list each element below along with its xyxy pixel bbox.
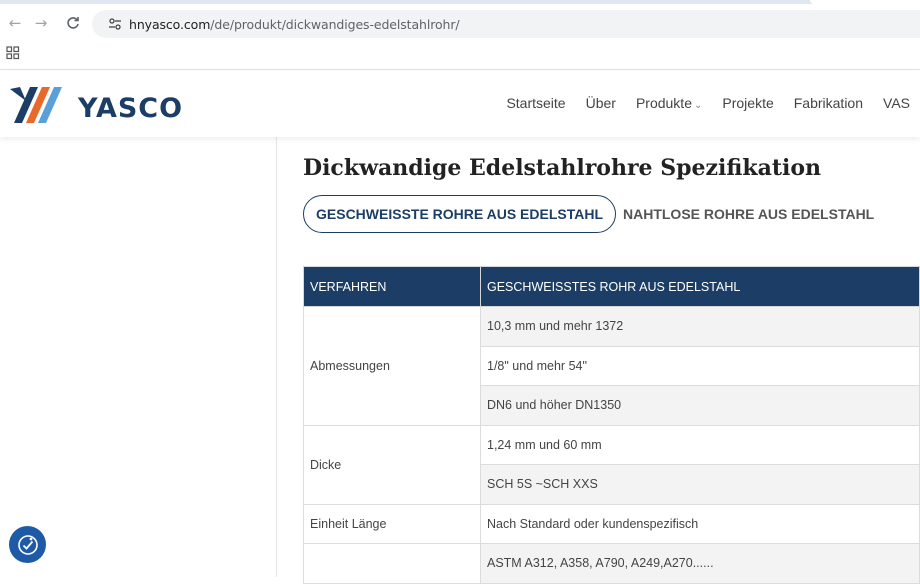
table-cell: 1,24 mm und 60 mm [480,424,920,465]
site-header: YASCO Startseite Über Produkte ⌄ Projekte… [0,71,920,137]
arrow-right-icon: → [34,14,48,32]
row-label: Abmessungen [303,306,481,426]
table-cell: 1/8" und mehr 54" [480,345,920,386]
tab-nahtlose-rohre[interactable]: NAHTLOSE ROHRE AUS EDELSTAHL [623,195,874,233]
nav-vas[interactable]: VAS [873,95,920,111]
table-row: Einheit Länge Nach Standard oder kundens… [303,503,920,544]
nav-projekte[interactable]: Projekte [712,95,783,111]
browser-chrome: ← → hnyasco.com/de/produkt/dickwandiges-… [0,0,920,70]
url-domain: hnyasco.com [129,17,211,32]
table-cell: Nach Standard oder kundenspezifisch [480,503,920,544]
nav-produkte[interactable]: Produkte ⌄ [626,95,712,111]
page-title: Dickwandige Edelstahlrohre Spezifikation [303,155,822,181]
accessibility-icon [17,534,38,555]
address-bar[interactable]: hnyasco.com/de/produkt/dickwandiges-edel… [92,10,920,38]
yasco-logo[interactable]: YASCO [8,79,182,129]
main-navigation: Startseite Über Produkte ⌄ Projekte Fabri… [496,95,920,111]
row-label [303,543,481,584]
chevron-down-icon: ⌄ [694,100,703,111]
site-settings-icon[interactable] [108,17,122,31]
table-cell: ASTM A312, A358, A790, A249,A270...... [480,543,920,584]
browser-toolbar: ← → hnyasco.com/de/produkt/dickwandiges-… [0,8,920,38]
url-path: /de/produkt/dickwandiges-edelstahlrohr/ [210,17,460,32]
row-label: Dicke [303,424,481,505]
row-label: Einheit Länge [303,503,481,544]
nav-startseite[interactable]: Startseite [496,95,575,111]
column-header: GESCHWEISSTES ROHR AUS EDELSTAHL [480,266,920,307]
reload-button[interactable] [62,12,84,34]
spec-table: VERFAHREN GESCHWEISSTES ROHR AUS EDELSTA… [303,266,920,584]
table-row: ASTM A312, A358, A790, A249,A270...... [303,543,920,584]
table-header-row: VERFAHREN GESCHWEISSTES ROHR AUS EDELSTA… [303,266,920,307]
table-row: Abmessungen 10,3 mm und mehr 1372 [303,306,920,426]
forward-button[interactable]: → [30,12,52,34]
tab-strip [0,0,920,4]
left-sidebar [0,137,277,577]
arrow-left-icon: ← [8,14,22,32]
url-text: hnyasco.com/de/produkt/dickwandiges-edel… [129,17,460,32]
table-row: Dicke 1,24 mm und 60 mm [303,424,920,505]
reload-icon [67,17,79,29]
logo-mark-icon [10,87,62,123]
nav-produkte-label: Produkte [635,95,692,111]
nav-fabrikation[interactable]: Fabrikation [784,95,873,111]
accessibility-button[interactable] [9,526,46,563]
apps-grid-icon[interactable] [6,46,20,60]
table-cell: DN6 und höher DN1350 [480,385,920,426]
logo-text: YASCO [78,93,184,124]
back-button[interactable]: ← [4,12,26,34]
table-cell: SCH 5S ~SCH XXS [480,464,920,505]
tab-geschweisste-rohre[interactable]: GESCHWEISSTE ROHRE AUS EDELSTAHL [303,195,617,233]
nav-uber[interactable]: Über [576,95,626,111]
column-header: VERFAHREN [303,266,481,307]
table-cell: 10,3 mm und mehr 1372 [480,306,920,347]
